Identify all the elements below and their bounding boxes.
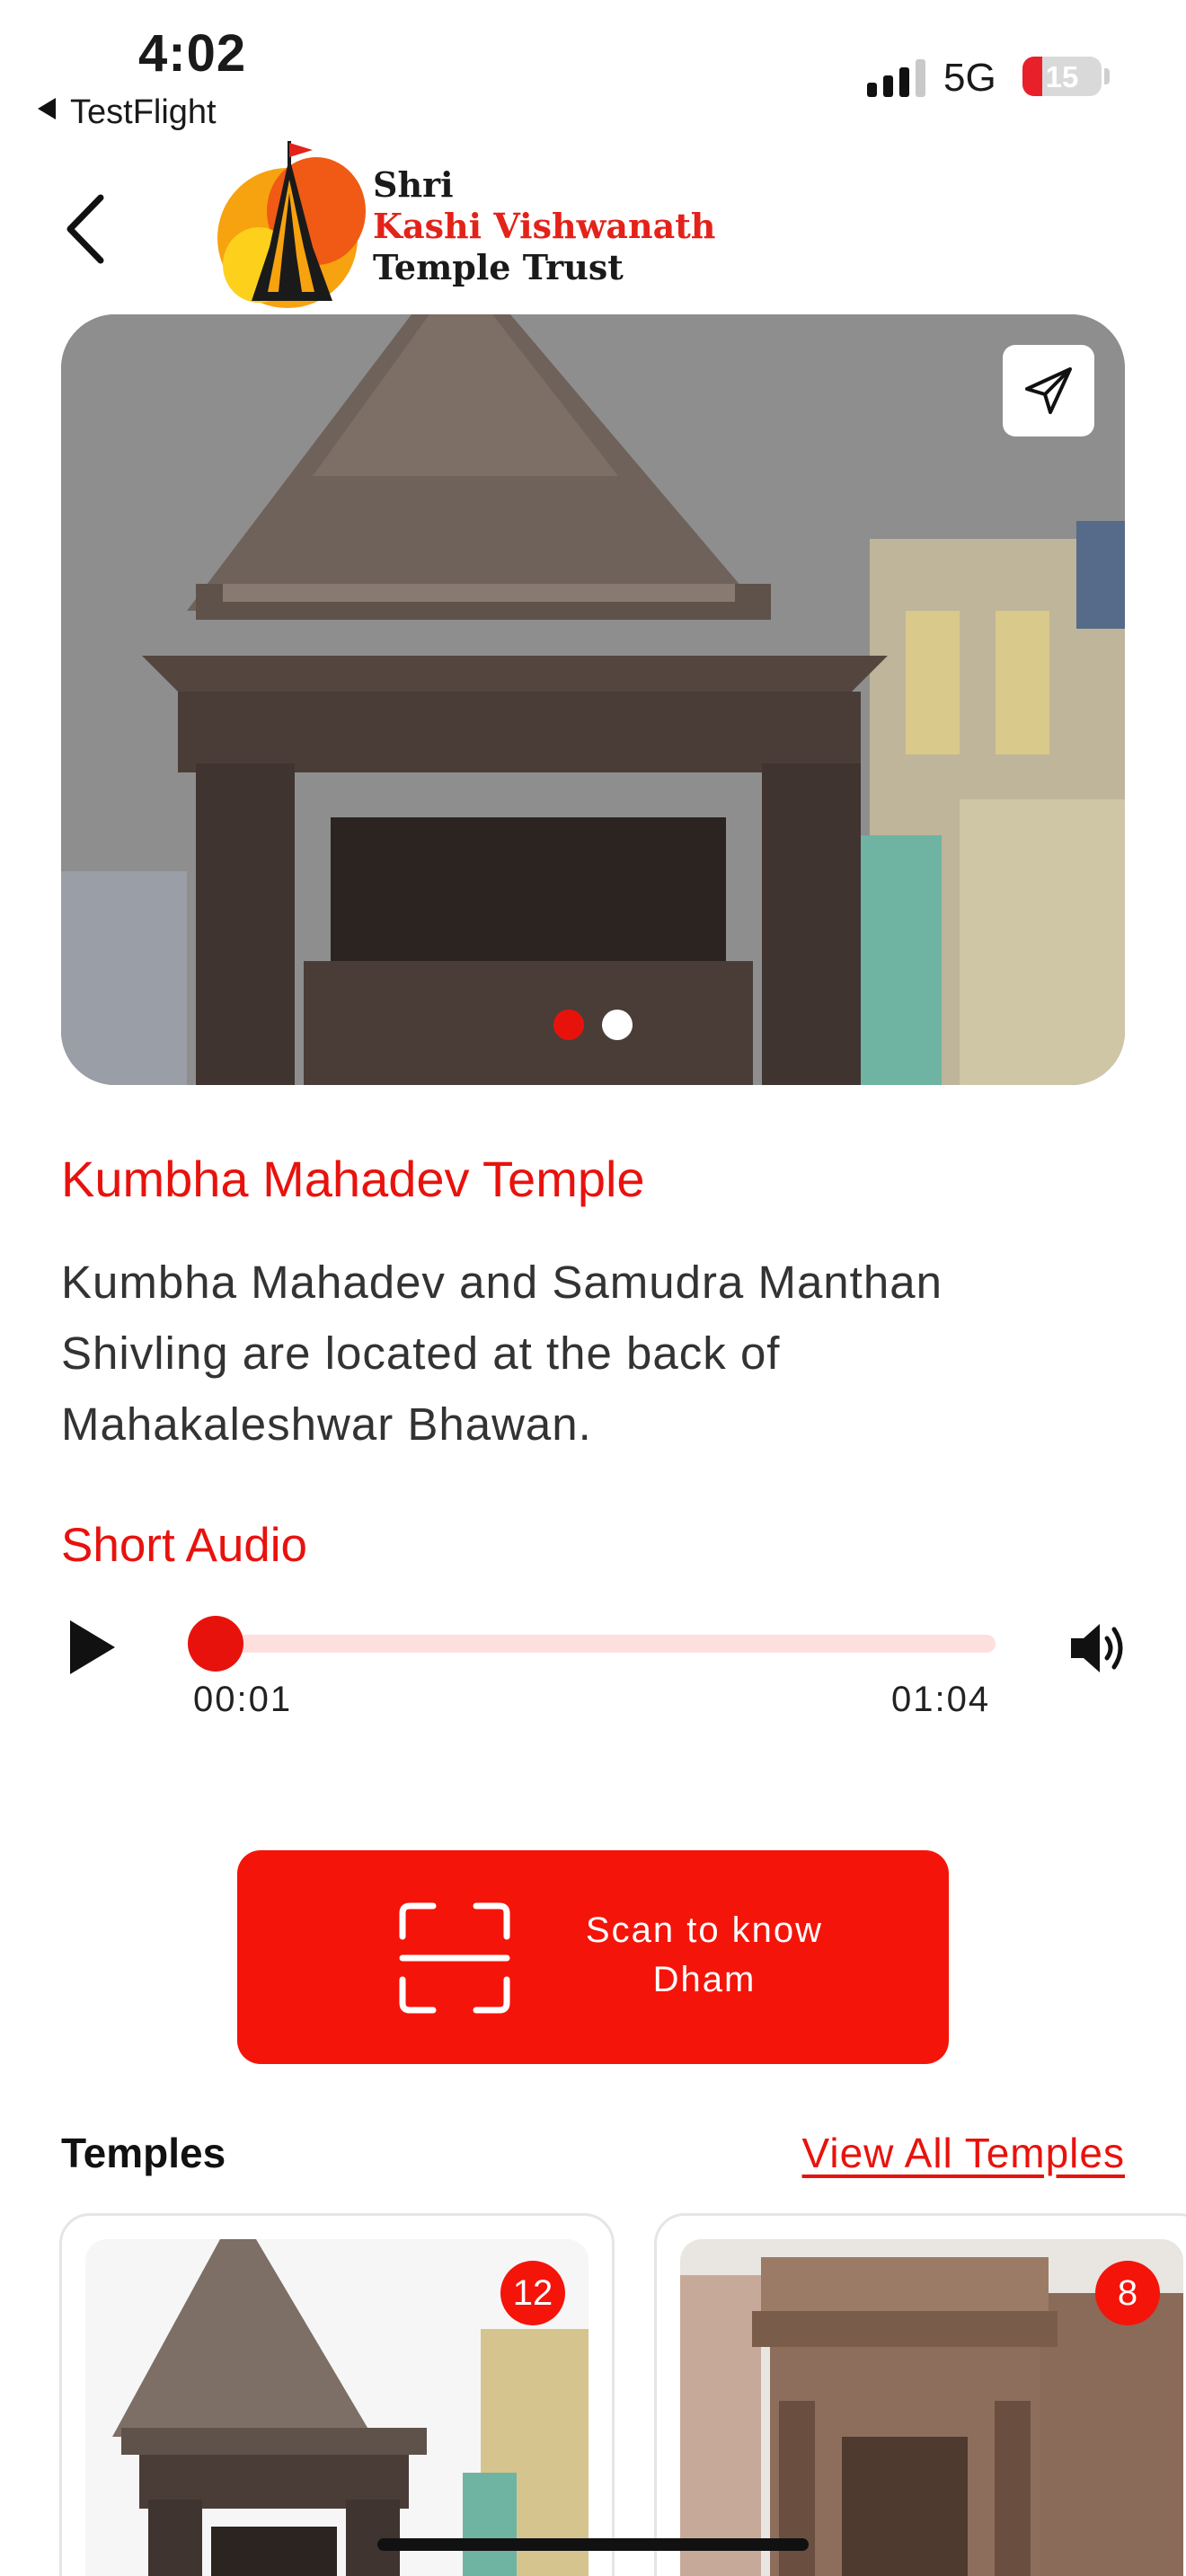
temple-description: Kumbha Mahadev and Samudra Manthan Shivl… (61, 1257, 943, 1450)
play-icon[interactable] (70, 1620, 115, 1674)
temple-title: Kumbha Mahadev Temple (61, 1151, 645, 1207)
chevron-left-icon (66, 194, 104, 264)
carousel-dot-1[interactable] (553, 1010, 584, 1040)
hero-image-carousel[interactable] (61, 314, 1125, 1085)
temple-card[interactable]: 8 (654, 2213, 1186, 2576)
battery-tip (1104, 68, 1110, 84)
logo-text: Shri Kashi Vishwanath Temple Trust (373, 164, 715, 288)
speaker-icon (1071, 1624, 1123, 1672)
carousel-dot-2[interactable] (602, 1010, 633, 1040)
paper-plane-icon (1025, 367, 1072, 414)
short-audio-heading: Short Audio (61, 1519, 308, 1572)
audio-progress-track[interactable] (203, 1635, 996, 1653)
scan-to-know-dham-button[interactable]: Scan to know Dham (237, 1850, 949, 2064)
battery-icon: 15 (1022, 57, 1102, 96)
back-app-label: TestFlight (70, 93, 217, 131)
audio-current-time: 00:01 (193, 1680, 293, 1719)
audio-duration: 01:04 (891, 1680, 991, 1719)
back-triangle-icon (38, 98, 56, 119)
carousel-dots (61, 1010, 1125, 1040)
audio-progress-thumb[interactable] (188, 1616, 243, 1672)
back-to-app-link[interactable]: TestFlight (38, 93, 217, 132)
temple-photo (61, 314, 1125, 1085)
temple-detail-screen: 4:02 TestFlight 5G 15 Shri Kashi Vishwan… (0, 0, 1186, 2576)
logo-line-shri: Shri (373, 164, 454, 205)
view-all-temples-link[interactable]: View All Temples (802, 2129, 1125, 2177)
logo-line-kashi: Kashi Vishwanath (373, 206, 716, 246)
temples-heading: Temples (61, 2130, 226, 2176)
cellular-signal-icon (867, 56, 925, 97)
share-button[interactable] (1003, 345, 1094, 437)
scan-button-label: Scan to know Dham (585, 1910, 824, 1999)
home-indicator[interactable] (377, 2538, 809, 2551)
network-type: 5G (943, 56, 996, 100)
volume-button[interactable] (1067, 1617, 1130, 1680)
temple-card[interactable]: 12 (59, 2213, 615, 2576)
battery-level: 15 (1045, 60, 1079, 93)
status-time: 4:02 (138, 24, 247, 83)
temple-count-badge: 8 (1095, 2261, 1160, 2325)
scan-frame-icon (399, 1902, 510, 2014)
back-button[interactable] (56, 189, 120, 269)
temple-count-badge: 12 (500, 2261, 565, 2325)
logo-line-trust: Temple Trust (373, 247, 624, 287)
